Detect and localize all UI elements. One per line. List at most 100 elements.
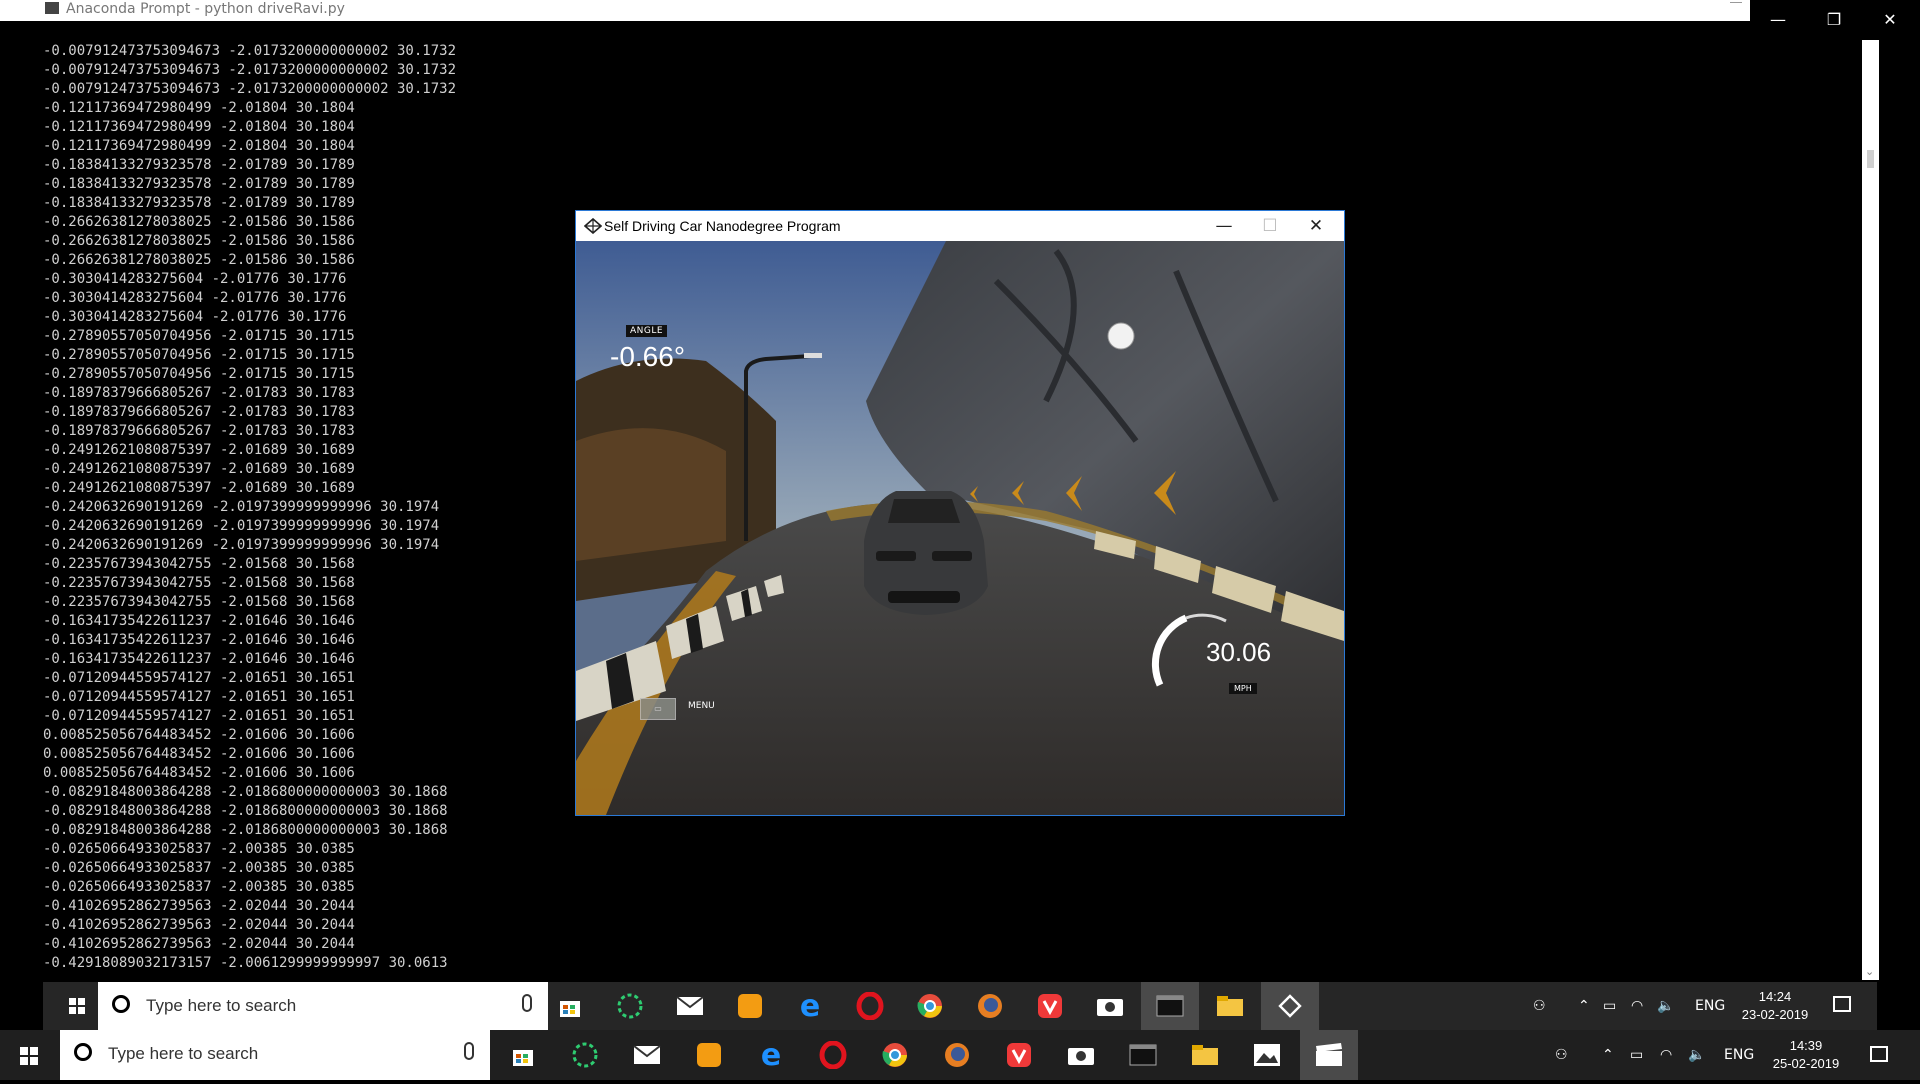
opera-icon[interactable] — [841, 982, 899, 1030]
edge-icon[interactable]: e — [781, 982, 839, 1030]
console-line: -0.08291848003864288 -2.0186800000000003… — [43, 822, 448, 838]
console-line: -0.12117369472980499 -2.01804 30.1804 — [43, 138, 355, 154]
movie-maker-icon[interactable] — [1300, 1030, 1358, 1080]
search-box[interactable]: Type here to search — [98, 982, 548, 1030]
windows-logo-icon — [20, 1047, 38, 1065]
start-button-main[interactable] — [6, 1030, 54, 1078]
mail-icon[interactable] — [661, 982, 719, 1030]
console-app-icon — [45, 2, 59, 14]
show-hidden-icons-icon[interactable]: ⌃ — [1578, 982, 1590, 1030]
wifi-icon[interactable]: ◠ — [1660, 1030, 1672, 1080]
action-center-icon[interactable] — [1833, 996, 1851, 1012]
console-minimize-icon[interactable] — [1730, 2, 1742, 3]
spinner-app-icon[interactable] — [601, 982, 659, 1030]
close-button[interactable]: ✕ — [1862, 0, 1918, 40]
windows-logo-icon — [69, 998, 85, 1014]
clock-time: 14:24 — [1758, 989, 1792, 1004]
volume-icon[interactable]: 🔈 — [1657, 982, 1674, 1030]
wifi-icon[interactable]: ◠ — [1631, 982, 1643, 1030]
firefox-icon[interactable] — [961, 982, 1019, 1030]
taskbar-inner: Type here to search e ⚇ ⌃ ▭ ◠ 🔈 ENG 14:2… — [43, 982, 1877, 1030]
firefox-icon[interactable] — [928, 1030, 986, 1080]
console-title-bar[interactable]: Anaconda Prompt - python driveRavi.py — [0, 0, 1920, 21]
battery-icon[interactable]: ▭ — [1630, 1030, 1643, 1080]
console-line: -0.12117369472980499 -2.01804 30.1804 — [43, 100, 355, 116]
camera-icon[interactable] — [1081, 982, 1139, 1030]
scroll-down-arrow-icon[interactable]: ⌄ — [1865, 965, 1874, 978]
clock[interactable]: 14:24 23-02-2019 — [1735, 988, 1815, 1024]
mail-icon[interactable] — [618, 1030, 676, 1080]
volume-icon[interactable]: 🔈 — [1688, 1030, 1705, 1080]
microphone-icon[interactable] — [522, 994, 532, 1012]
console-line: -0.41026952862739563 -2.02044 30.2044 — [43, 917, 355, 933]
driving-scene — [576, 241, 1344, 815]
microphone-icon[interactable] — [464, 1042, 474, 1060]
restore-button[interactable]: ❐ — [1806, 0, 1862, 40]
sim-close-button[interactable]: ✕ — [1293, 211, 1339, 241]
file-explorer-icon[interactable] — [1176, 1030, 1234, 1080]
action-center-icon[interactable] — [1870, 1046, 1888, 1062]
chrome-icon[interactable] — [866, 1030, 924, 1080]
edge-icon[interactable]: e — [742, 1030, 800, 1080]
sim-maximize-button[interactable]: ☐ — [1247, 211, 1293, 241]
simulator-title-bar[interactable]: Self Driving Car Nanodegree Program — ☐ … — [576, 211, 1344, 241]
console-line: -0.02650664933025837 -2.00385 30.0385 — [43, 879, 355, 895]
clock-time: 14:39 — [1789, 1038, 1823, 1053]
language-indicator[interactable]: ENG — [1695, 982, 1725, 1030]
spinner-app-icon[interactable] — [556, 1030, 614, 1080]
console-line: -0.42918089032173157 -2.0061299999999997… — [43, 955, 448, 971]
chrome-icon[interactable] — [901, 982, 959, 1030]
scrollbar-thumb[interactable] — [1867, 150, 1874, 168]
speed-value: 30.06 — [1206, 637, 1272, 667]
clock-date: 23-02-2019 — [1741, 1007, 1809, 1022]
console-window-title: Anaconda Prompt - python driveRavi.py — [66, 1, 345, 17]
store-icon[interactable] — [541, 982, 599, 1030]
game-viewport[interactable]: ANGLE -0.66° 30.06 MPH ▭ MENU — [576, 241, 1344, 815]
uc-browser-icon[interactable] — [721, 982, 779, 1030]
console-line: -0.02650664933025837 -2.00385 30.0385 — [43, 860, 355, 876]
language-indicator-main[interactable]: ENG — [1724, 1030, 1754, 1080]
unity-app-icon[interactable] — [1261, 982, 1319, 1030]
console-line: -0.18384133279323578 -2.01789 30.1789 — [43, 176, 355, 192]
show-hidden-icons-icon[interactable]: ⌃ — [1602, 1030, 1614, 1080]
store-icon[interactable] — [494, 1030, 552, 1080]
simulator-window: Self Driving Car Nanodegree Program — ☐ … — [575, 210, 1345, 816]
console-line: -0.02650664933025837 -2.00385 30.0385 — [43, 841, 355, 857]
cortana-icon — [112, 995, 130, 1013]
cortana-icon — [74, 1043, 92, 1061]
uc-browser-icon[interactable] — [680, 1030, 738, 1080]
search-input-main[interactable]: Type here to search — [108, 1030, 258, 1078]
simulator-window-title: Self Driving Car Nanodegree Program — [604, 218, 841, 234]
console-scrollbar[interactable]: ⌄ — [1862, 40, 1879, 980]
file-explorer-icon[interactable] — [1201, 982, 1259, 1030]
menu-label[interactable]: MENU — [688, 701, 715, 711]
sim-minimize-button[interactable]: — — [1201, 211, 1247, 241]
terminal-icon[interactable] — [1114, 1030, 1172, 1080]
angle-value: -0.66° — [610, 341, 686, 372]
console-border — [36, 21, 43, 981]
vivaldi-icon[interactable] — [1021, 982, 1079, 1030]
search-box-main[interactable]: Type here to search — [60, 1030, 490, 1080]
vivaldi-icon[interactable] — [990, 1030, 1048, 1080]
speed-unit: MPH — [1229, 683, 1257, 694]
minimize-button[interactable]: — — [1750, 0, 1806, 40]
console-line: -0.007912473753094673 -2.017320000000000… — [43, 81, 457, 97]
opera-icon[interactable] — [804, 1030, 862, 1080]
photos-icon[interactable] — [1238, 1030, 1296, 1080]
start-button[interactable] — [53, 982, 101, 1030]
console-line: -0.18384133279323578 -2.01789 30.1789 — [43, 157, 355, 173]
console-line: -0.41026952862739563 -2.02044 30.2044 — [43, 898, 355, 914]
console-line: -0.12117369472980499 -2.01804 30.1804 — [43, 119, 355, 135]
menu-button[interactable]: ▭ — [640, 698, 676, 720]
battery-icon[interactable]: ▭ — [1603, 982, 1616, 1030]
angle-label: ANGLE — [626, 325, 668, 337]
window-caption-buttons: — ❐ ✕ — [1750, 0, 1920, 40]
clock-date: 25-02-2019 — [1772, 1056, 1840, 1071]
people-icon[interactable]: ⚇ — [1555, 1030, 1568, 1080]
camera-icon[interactable] — [1052, 1030, 1110, 1080]
people-icon[interactable]: ⚇ — [1533, 982, 1546, 1030]
search-input[interactable]: Type here to search — [146, 982, 296, 1030]
console-line: -0.007912473753094673 -2.017320000000000… — [43, 43, 457, 59]
terminal-icon[interactable] — [1141, 982, 1199, 1030]
clock-main[interactable]: 14:39 25-02-2019 — [1764, 1037, 1848, 1073]
